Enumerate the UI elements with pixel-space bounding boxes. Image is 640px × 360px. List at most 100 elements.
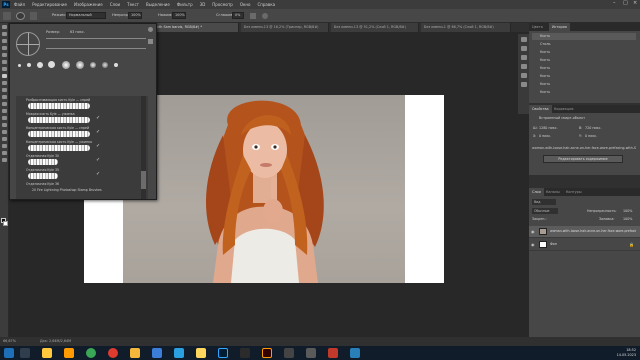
doc-tab-active[interactable]: ...with Sam bands, RGB/8#) * (149, 23, 239, 32)
file-explorer-icon[interactable] (42, 348, 52, 358)
dodge-tool-icon[interactable] (1, 116, 7, 120)
maximize-icon[interactable]: □ (623, 1, 628, 6)
history-brush-tool-icon[interactable] (1, 88, 7, 92)
menu-filter[interactable]: Фильтр (177, 2, 193, 7)
brush-settings-icon[interactable] (30, 12, 37, 20)
history-item[interactable]: Кисть (532, 49, 636, 56)
size-slider[interactable] (46, 38, 146, 39)
height-value[interactable]: 720 пикс. (585, 126, 602, 130)
settings-gear-icon[interactable] (148, 27, 153, 32)
quick-select-tool-icon[interactable] (1, 46, 7, 50)
history-panel-icon[interactable] (520, 37, 527, 42)
search-icon[interactable] (20, 348, 30, 358)
menu-view[interactable]: Просмотр (212, 2, 233, 7)
brush-tip[interactable] (48, 61, 55, 68)
opacity-input[interactable]: 100% (128, 12, 142, 19)
menu-edit[interactable]: Редактирование (32, 2, 67, 7)
brush-preset-picker-icon[interactable] (16, 12, 25, 20)
menu-3d[interactable]: 3D (200, 2, 206, 7)
brush-row[interactable]: Отделочная Kyle 35 ✓ (18, 168, 144, 182)
doc-tab[interactable]: Без имени-1 @ 66,7% (Слой 1, RGB/8#) (421, 23, 511, 32)
y-value[interactable]: 0 пикс. (585, 134, 597, 138)
app-icon[interactable] (328, 348, 338, 358)
app-icon[interactable] (350, 348, 360, 358)
layer-row[interactable]: ◉ woman-with-loose-hair-acne-on-her-face… (529, 226, 640, 238)
photoshop-taskbar-icon[interactable] (218, 348, 228, 358)
history-item[interactable]: Стиль (532, 41, 636, 48)
hand-tool-icon[interactable] (1, 151, 7, 155)
menu-image[interactable]: Изображение (74, 2, 103, 7)
brush-tool-icon[interactable] (1, 74, 7, 78)
lasso-tool-icon[interactable] (1, 39, 7, 43)
visibility-eye-icon[interactable]: ◉ (531, 242, 535, 247)
width-value[interactable]: 1280 пикс. (539, 126, 558, 130)
menu-type[interactable]: Текст (127, 2, 139, 7)
gradient-tool-icon[interactable] (1, 102, 7, 106)
menu-layers[interactable]: Слои (110, 2, 120, 7)
menu-select[interactable]: Выделение (146, 2, 170, 7)
type-tool-icon[interactable] (1, 130, 7, 134)
menu-file[interactable]: Файл (14, 2, 25, 7)
pressure-icon[interactable] (262, 13, 268, 19)
minimize-icon[interactable]: – (613, 1, 618, 6)
start-button-icon[interactable] (4, 348, 14, 358)
eraser-tool-icon[interactable] (1, 95, 7, 99)
blur-tool-icon[interactable] (1, 109, 7, 113)
fill-value[interactable]: 100% (623, 217, 632, 221)
tab-adjustments[interactable]: Коррекция (551, 105, 576, 113)
brush-tip[interactable] (76, 61, 84, 69)
size-value[interactable]: 63 пикс. (70, 30, 85, 34)
brush-tool-icon[interactable] (3, 12, 11, 20)
tab-history[interactable]: История (549, 23, 570, 31)
edit-contents-button[interactable]: Редактировать содержимое (543, 155, 623, 163)
clone-stamp-tool-icon[interactable] (1, 81, 7, 85)
tab-layers[interactable]: Слои (529, 188, 544, 196)
healing-brush-tool-icon[interactable] (1, 67, 7, 71)
app-icon[interactable] (240, 348, 250, 358)
brush-tip[interactable] (102, 62, 108, 68)
crop-tool-icon[interactable] (1, 53, 7, 57)
blend-mode-select[interactable]: Обычные (532, 208, 558, 214)
scrollbar-thumb[interactable] (141, 171, 146, 189)
app-icon[interactable] (196, 348, 206, 358)
hardness-slider[interactable] (46, 48, 146, 49)
libraries-panel-icon[interactable] (520, 73, 527, 78)
history-item[interactable]: Кисть (532, 89, 636, 96)
brush-tip[interactable] (18, 64, 21, 67)
opera-icon[interactable] (108, 348, 118, 358)
brush-panel-icon[interactable] (520, 46, 527, 51)
app-icon[interactable] (152, 348, 162, 358)
swatches-panel-icon[interactable] (520, 82, 527, 87)
brush-row[interactable]: Отделочная Kyle 36 20 Fire Lightning Pho… (18, 182, 144, 196)
tab-colors[interactable]: Цвета (529, 23, 546, 31)
chrome-icon[interactable] (86, 348, 96, 358)
media-player-icon[interactable] (64, 348, 74, 358)
history-item[interactable]: Кисть (532, 81, 636, 88)
brush-group-label[interactable]: 20 Fire Lightning Photoshop Stamp Brushe… (32, 188, 102, 192)
close-icon[interactable]: × (633, 1, 638, 6)
brush-list-scrollbar[interactable] (141, 96, 146, 199)
layer-kind-filter[interactable]: Вид (532, 199, 556, 205)
document-info[interactable]: Док: 2,64М/2,64М (40, 339, 71, 343)
brush-row[interactable]: Отделочная Kyle 30 ✓ (18, 154, 144, 168)
brush-row[interactable]: Мокрая кисть Kyle — ужинка ✓ (18, 112, 144, 126)
history-item[interactable]: Кисть (532, 73, 636, 80)
app-icon[interactable] (130, 348, 140, 358)
brush-angle-preview[interactable] (16, 32, 40, 56)
history-item[interactable]: Кисть (532, 57, 636, 64)
brush-tip[interactable] (27, 63, 31, 67)
layer-opacity-value[interactable]: 100% (623, 209, 632, 213)
zoom-level[interactable]: 66,67% (3, 339, 16, 343)
history-item[interactable]: Кисть (532, 33, 636, 40)
skype-icon[interactable] (174, 348, 184, 358)
zoom-tool-icon[interactable] (1, 158, 7, 162)
brush-tip[interactable] (90, 62, 96, 68)
path-selection-tool-icon[interactable] (1, 137, 7, 141)
tab-channels[interactable]: Каналы (543, 188, 563, 196)
x-value[interactable]: 0 пикс. (539, 134, 551, 138)
layer-row[interactable]: ◉ Фон 🔒 (529, 239, 640, 251)
brush-tip[interactable] (37, 62, 43, 68)
brush-tip[interactable] (62, 61, 70, 69)
smoothing-options-icon[interactable] (250, 13, 256, 19)
background-color-swatch[interactable] (3, 221, 8, 226)
